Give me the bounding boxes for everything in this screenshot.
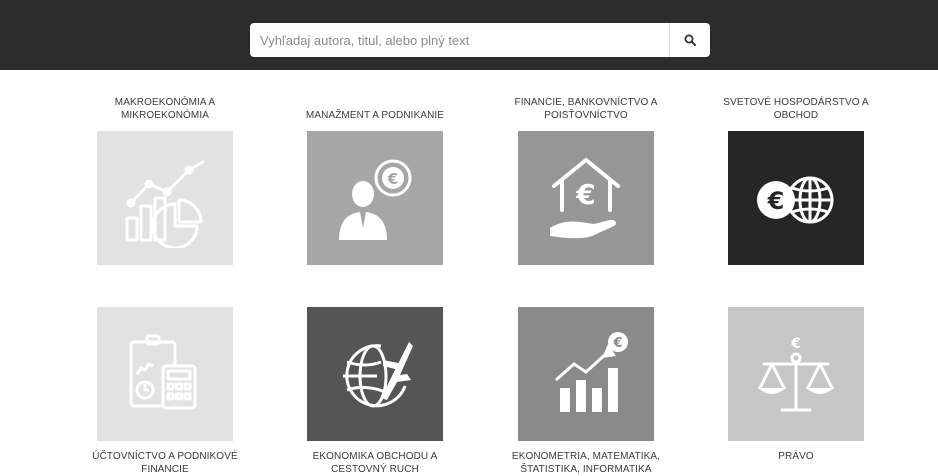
category-tile[interactable]: €: [728, 307, 864, 441]
category-label: MANAŽMENT A PODNIKANIE: [305, 110, 445, 121]
category-tile[interactable]: [97, 131, 233, 265]
category-label: EKONOMETRIA, MATEMATIKA, ŠTATISTIKA, INF…: [511, 451, 661, 475]
house-euro-hand-icon: €: [550, 158, 620, 239]
category-tile[interactable]: €: [307, 131, 443, 265]
category-label: EKONOMIKA OBCHODU A CESTOVNÝ RUCH: [312, 451, 438, 475]
search-icon: [684, 34, 696, 46]
category-tile[interactable]: €: [518, 131, 654, 265]
svg-text:€: €: [612, 336, 622, 351]
category-label: FINANCIE, BANKOVNÍCTVO A POISŤOVNÍCTVO: [514, 97, 658, 121]
category-label: MAKROEKONÓMIA A MIKROEKONÓMIA: [114, 97, 216, 121]
accounting-calculator-icon: [129, 334, 197, 410]
category-tile[interactable]: [307, 307, 443, 441]
svg-text:€: €: [575, 178, 595, 211]
businessman-euro-icon: €: [339, 159, 412, 240]
search-bar: [250, 23, 710, 57]
globe-airplane-icon: [343, 342, 413, 408]
category-label: ÚČTOVNÍCTVO A PODNIKOVÉ FINANCIE: [92, 451, 238, 475]
category-tile[interactable]: [97, 307, 233, 441]
scales-justice-icon: €: [758, 336, 834, 412]
search-button[interactable]: [669, 23, 710, 57]
bar-chart-euro-icon: €: [555, 332, 628, 412]
euro-globe-icon: €: [757, 176, 834, 224]
svg-text:€: €: [387, 170, 398, 188]
top-bar: [0, 0, 938, 70]
category-label: SVETOVÉ HOSPODÁRSTVO A OBCHOD: [723, 97, 869, 121]
chart-growth-icon: [125, 160, 205, 248]
svg-text:€: €: [790, 336, 801, 352]
category-label: PRÁVO: [778, 451, 814, 462]
svg-text:€: €: [767, 187, 785, 215]
category-tile[interactable]: €: [728, 131, 864, 265]
search-input[interactable]: [250, 23, 664, 57]
category-tile[interactable]: €: [518, 307, 654, 441]
